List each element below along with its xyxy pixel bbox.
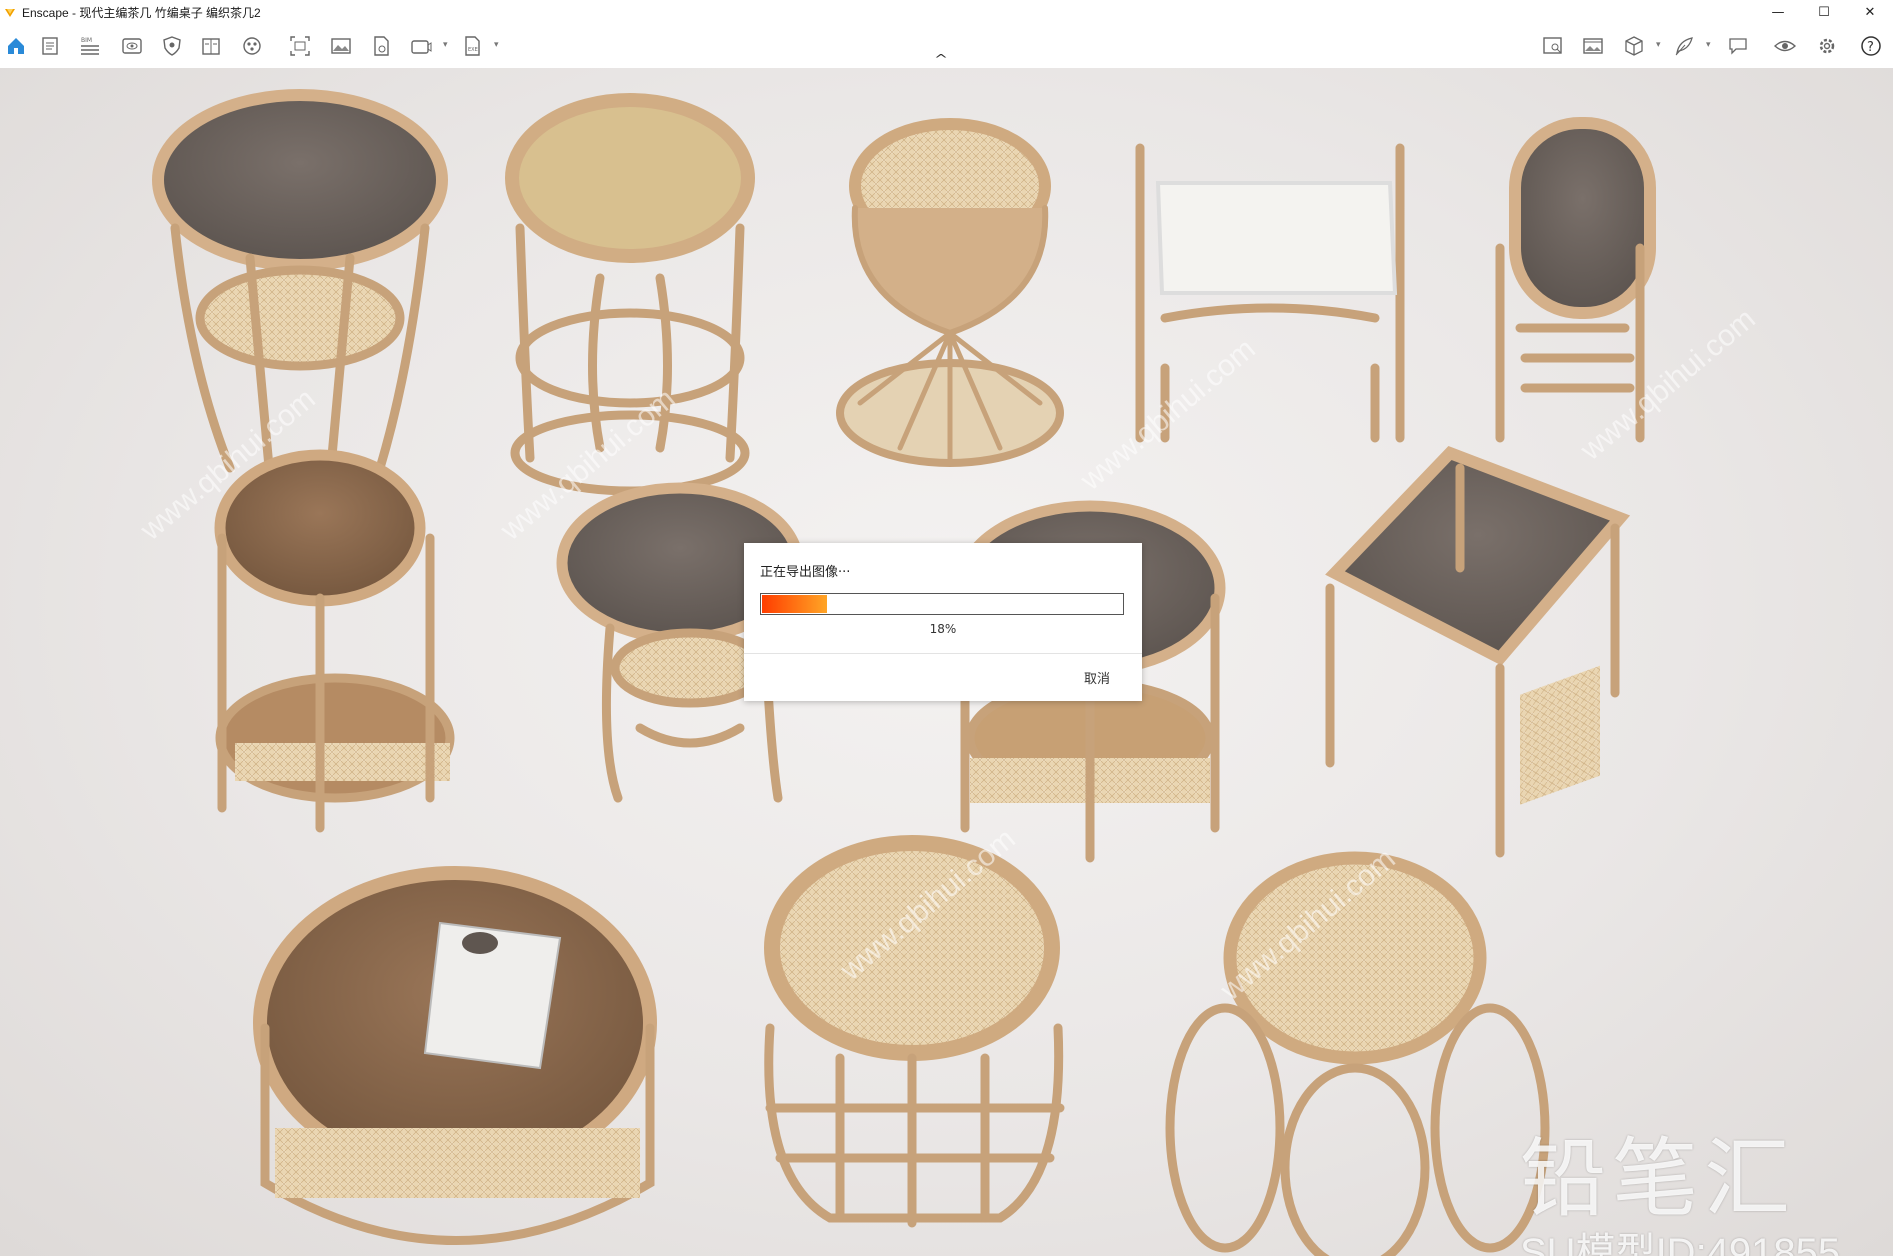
watermark-brand: 铅笔汇 [1520,1129,1796,1229]
help-icon[interactable]: ? [1859,34,1883,58]
minimize-button[interactable]: — [1755,0,1801,24]
bim-icon[interactable]: BIM [78,34,102,58]
rattan-hourglass-stool [836,118,1064,467]
watermark-model-id: SU模型ID:491855 [1520,1231,1841,1256]
image-icon[interactable] [329,34,353,58]
collapse-toolbar-icon[interactable]: ^ [934,52,948,66]
chat-icon[interactable] [1726,34,1750,58]
render-icon[interactable] [409,34,433,58]
home-icon[interactable] [4,34,28,58]
progress-fill [762,595,827,613]
feather-icon[interactable] [1672,34,1696,58]
progress-percent: 18% [929,622,957,636]
svg-text:EXE: EXE [468,47,478,53]
bim-label: BIM [81,37,92,44]
progress-bar [760,593,1124,615]
gallery-icon[interactable] [1581,34,1605,58]
title-bar: Enscape - 现代主编茶几 竹编桌子 编织茶几2 — ☐ ✕ [0,0,1893,24]
view-icon[interactable] [120,34,144,58]
image-search-icon[interactable] [1541,34,1565,58]
window-controls: — ☐ ✕ [1755,0,1893,24]
rattan-oval-shelf-stand [1495,117,1656,443]
window-title: Enscape - 现代主编茶几 竹编桌子 编织茶几2 [22,5,261,20]
dialog-title: 正在导出图像··· [760,565,851,580]
rattan-square-glass-table [1325,445,1631,858]
material-icon[interactable] [240,34,264,58]
help-label: ? [1867,40,1874,55]
book-stack-decor [423,921,562,1070]
cube-icon[interactable] [1622,34,1646,58]
shield-icon[interactable] [160,34,184,58]
capture-icon[interactable] [288,34,312,58]
maximize-button[interactable]: ☐ [1801,0,1847,24]
render-dropdown-icon[interactable]: ▾ [443,40,448,50]
file-settings-icon[interactable] [369,34,393,58]
cube-dropdown-icon[interactable]: ▾ [1656,40,1661,50]
eye-icon[interactable] [1773,34,1797,58]
document-icon[interactable] [38,34,62,58]
enscape-logo-icon [5,9,15,17]
export-progress-dialog: 正在导出图像··· 18% 取消 [744,543,1142,701]
settings-icon[interactable] [1815,34,1839,58]
rattan-side-table-2 [505,93,755,496]
book-icon[interactable] [199,34,223,58]
rattan-round-wood-coffee-table [253,866,657,1245]
rattan-cushion-bench [1135,143,1405,443]
export-dropdown-icon[interactable]: ▾ [494,40,499,50]
rattan-cane-top-lattice-stool [764,835,1065,1228]
export-icon[interactable]: EXE [460,34,484,58]
rattan-side-table-1 [152,89,448,483]
rattan-round-tiered-table [214,449,455,833]
close-button[interactable]: ✕ [1847,0,1893,24]
rattan-loop-leg-stool [1165,851,1550,1256]
dialog-divider [744,653,1142,654]
feather-dropdown-icon[interactable]: ▾ [1706,40,1711,50]
cancel-button[interactable]: 取消 [1084,668,1110,687]
